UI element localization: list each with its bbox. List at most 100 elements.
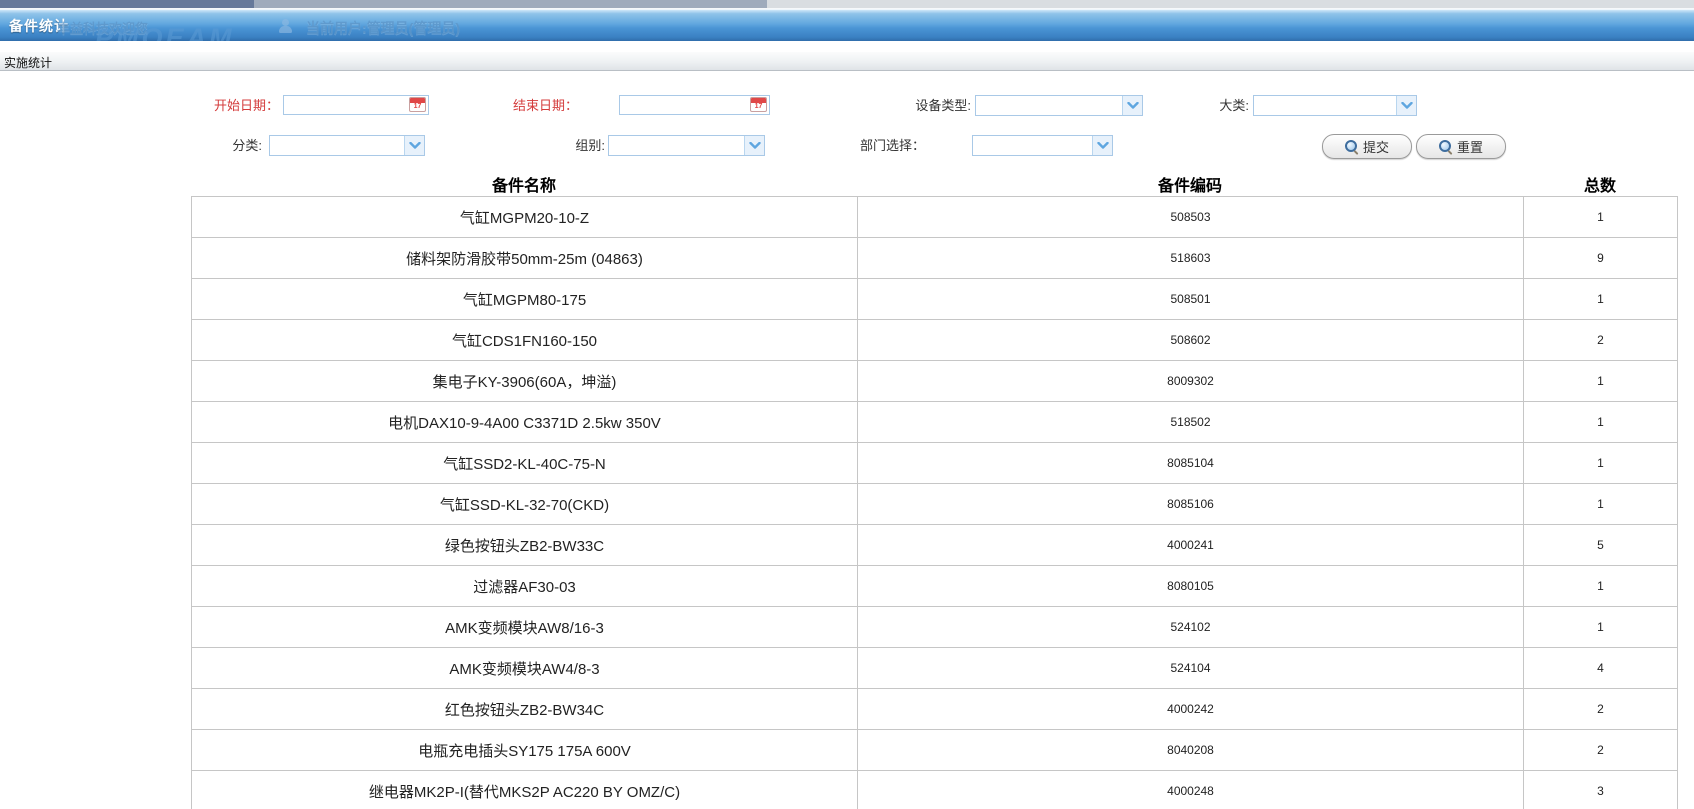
department-label: 部门选择： <box>825 135 925 156</box>
department-select[interactable] <box>972 135 1113 156</box>
part-code-cell: 508501 <box>858 279 1524 320</box>
part-total-cell: 2 <box>1524 730 1678 771</box>
table-row: AMK变频模块AW4/8-3 524104 4 <box>192 648 1678 689</box>
table-row: 过滤器AF30-03 8080105 1 <box>192 566 1678 607</box>
part-total-cell: 1 <box>1524 607 1678 648</box>
table-row: 绿色按钮头ZB2-BW33C 4000241 5 <box>192 525 1678 566</box>
sub-toolbar: 实施统计 <box>0 52 1694 71</box>
group-label: 组别: <box>505 135 605 156</box>
part-code-cell: 508503 <box>858 197 1524 238</box>
table-row: 红色按钮头ZB2-BW34C 4000242 2 <box>192 689 1678 730</box>
table-row: 集电子KY-3906(60A，坤溢) 8009302 1 <box>192 361 1678 402</box>
part-total-cell: 1 <box>1524 484 1678 525</box>
submit-button[interactable]: 提交 <box>1322 134 1412 159</box>
table-row: 电机DAX10-9-4A00 C3371D 2.5kw 350V 518502 … <box>192 402 1678 443</box>
category-label: 分类: <box>162 135 262 156</box>
part-name-cell: 红色按钮头ZB2-BW34C <box>192 689 858 730</box>
part-code-cell: 8009302 <box>858 361 1524 402</box>
logo-text: PMOEAM <box>95 27 355 41</box>
device-type-label: 设备类型: <box>871 95 971 116</box>
part-name-cell: 集电子KY-3906(60A，坤溢) <box>192 361 858 402</box>
reset-button-label: 重置 <box>1457 137 1483 156</box>
start-date-label: 开始日期： <box>179 95 279 116</box>
table-row: AMK变频模块AW8/16-3 524102 1 <box>192 607 1678 648</box>
major-category-label: 大类: <box>1149 95 1249 116</box>
chevron-down-icon[interactable] <box>744 136 764 155</box>
magnifier-icon <box>1439 140 1452 153</box>
end-date-field-wrap <box>619 95 770 115</box>
part-name-cell: AMK变频模块AW8/16-3 <box>192 607 858 648</box>
device-type-select[interactable] <box>975 95 1143 116</box>
part-name-cell: 绿色按钮头ZB2-BW33C <box>192 525 858 566</box>
start-date-field-wrap <box>283 95 429 115</box>
part-code-cell: 524102 <box>858 607 1524 648</box>
part-total-cell: 1 <box>1524 566 1678 607</box>
chevron-down-icon[interactable] <box>1122 96 1142 115</box>
column-header-total: 总数 <box>1523 172 1677 196</box>
column-header-part-name: 备件名称 <box>191 172 857 196</box>
part-code-cell: 4000248 <box>858 771 1524 809</box>
part-name-cell: 气缸SSD2-KL-40C-75-N <box>192 443 858 484</box>
part-code-cell: 518502 <box>858 402 1524 443</box>
part-name-cell: 继电器MK2P-I(替代MKS2P AC220 BY OMZ/C) <box>192 771 858 809</box>
chevron-down-icon[interactable] <box>1396 96 1416 115</box>
table-row: 气缸SSD2-KL-40C-75-N 8085104 1 <box>192 443 1678 484</box>
submit-button-label: 提交 <box>1363 137 1389 156</box>
calendar-icon[interactable] <box>409 97 426 112</box>
part-name-cell: 电瓶充电插头SY175 175A 600V <box>192 730 858 771</box>
part-total-cell: 1 <box>1524 443 1678 484</box>
part-total-cell: 4 <box>1524 648 1678 689</box>
part-code-cell: 8085106 <box>858 484 1524 525</box>
part-name-cell: AMK变频模块AW4/8-3 <box>192 648 858 689</box>
chevron-down-icon[interactable] <box>1092 136 1112 155</box>
part-total-cell: 9 <box>1524 238 1678 279</box>
parts-table-body: 气缸MGPM20-10-Z 508503 1 储料架防滑胶带50mm-25m (… <box>192 197 1678 809</box>
part-total-cell: 2 <box>1524 689 1678 730</box>
part-code-cell: 8040208 <box>858 730 1524 771</box>
browser-chrome-strip <box>0 0 1694 9</box>
spare-parts-statistics-page: 备件统计 丰益科技欢迎您 当前用户:管理员(管理员) PMOEAM 实施统计 开… <box>0 0 1694 809</box>
table-row: 气缸SSD-KL-32-70(CKD) 8085106 1 <box>192 484 1678 525</box>
table-row: 气缸MGPM80-175 508501 1 <box>192 279 1678 320</box>
part-name-cell: 过滤器AF30-03 <box>192 566 858 607</box>
part-code-cell: 8080105 <box>858 566 1524 607</box>
part-code-cell: 518603 <box>858 238 1524 279</box>
part-name-cell: 气缸SSD-KL-32-70(CKD) <box>192 484 858 525</box>
chevron-down-icon[interactable] <box>404 136 424 155</box>
table-row: 继电器MK2P-I(替代MKS2P AC220 BY OMZ/C) 400024… <box>192 771 1678 809</box>
group-select[interactable] <box>608 135 765 156</box>
part-name-cell: 气缸MGPM20-10-Z <box>192 197 858 238</box>
tab-implementation-statistics[interactable]: 实施统计 <box>4 54 52 71</box>
calendar-icon[interactable] <box>750 97 767 112</box>
column-header-part-code: 备件编码 <box>857 172 1523 196</box>
part-total-cell: 3 <box>1524 771 1678 809</box>
table-row: 电瓶充电插头SY175 175A 600V 8040208 2 <box>192 730 1678 771</box>
part-total-cell: 1 <box>1524 402 1678 443</box>
table-row: 气缸CDS1FN160-150 508602 2 <box>192 320 1678 361</box>
part-total-cell: 1 <box>1524 279 1678 320</box>
start-date-input[interactable] <box>283 95 429 115</box>
part-total-cell: 2 <box>1524 320 1678 361</box>
part-code-cell: 524104 <box>858 648 1524 689</box>
part-code-cell: 4000242 <box>858 689 1524 730</box>
end-date-label: 结束日期： <box>478 95 578 116</box>
part-code-cell: 8085104 <box>858 443 1524 484</box>
background-logo-fragment: PMOEAM <box>95 27 355 41</box>
part-total-cell: 1 <box>1524 197 1678 238</box>
part-total-cell: 1 <box>1524 361 1678 402</box>
parts-table: 气缸MGPM20-10-Z 508503 1 储料架防滑胶带50mm-25m (… <box>191 196 1678 809</box>
major-category-select[interactable] <box>1253 95 1417 116</box>
reset-button[interactable]: 重置 <box>1416 134 1506 159</box>
part-name-cell: 气缸CDS1FN160-150 <box>192 320 858 361</box>
category-select[interactable] <box>269 135 425 156</box>
table-row: 气缸MGPM20-10-Z 508503 1 <box>192 197 1678 238</box>
table-row: 储料架防滑胶带50mm-25m (04863) 518603 9 <box>192 238 1678 279</box>
part-code-cell: 4000241 <box>858 525 1524 566</box>
end-date-input[interactable] <box>619 95 770 115</box>
part-name-cell: 气缸MGPM80-175 <box>192 279 858 320</box>
part-code-cell: 508602 <box>858 320 1524 361</box>
part-name-cell: 电机DAX10-9-4A00 C3371D 2.5kw 350V <box>192 402 858 443</box>
part-total-cell: 5 <box>1524 525 1678 566</box>
part-name-cell: 储料架防滑胶带50mm-25m (04863) <box>192 238 858 279</box>
magnifier-icon <box>1345 140 1358 153</box>
